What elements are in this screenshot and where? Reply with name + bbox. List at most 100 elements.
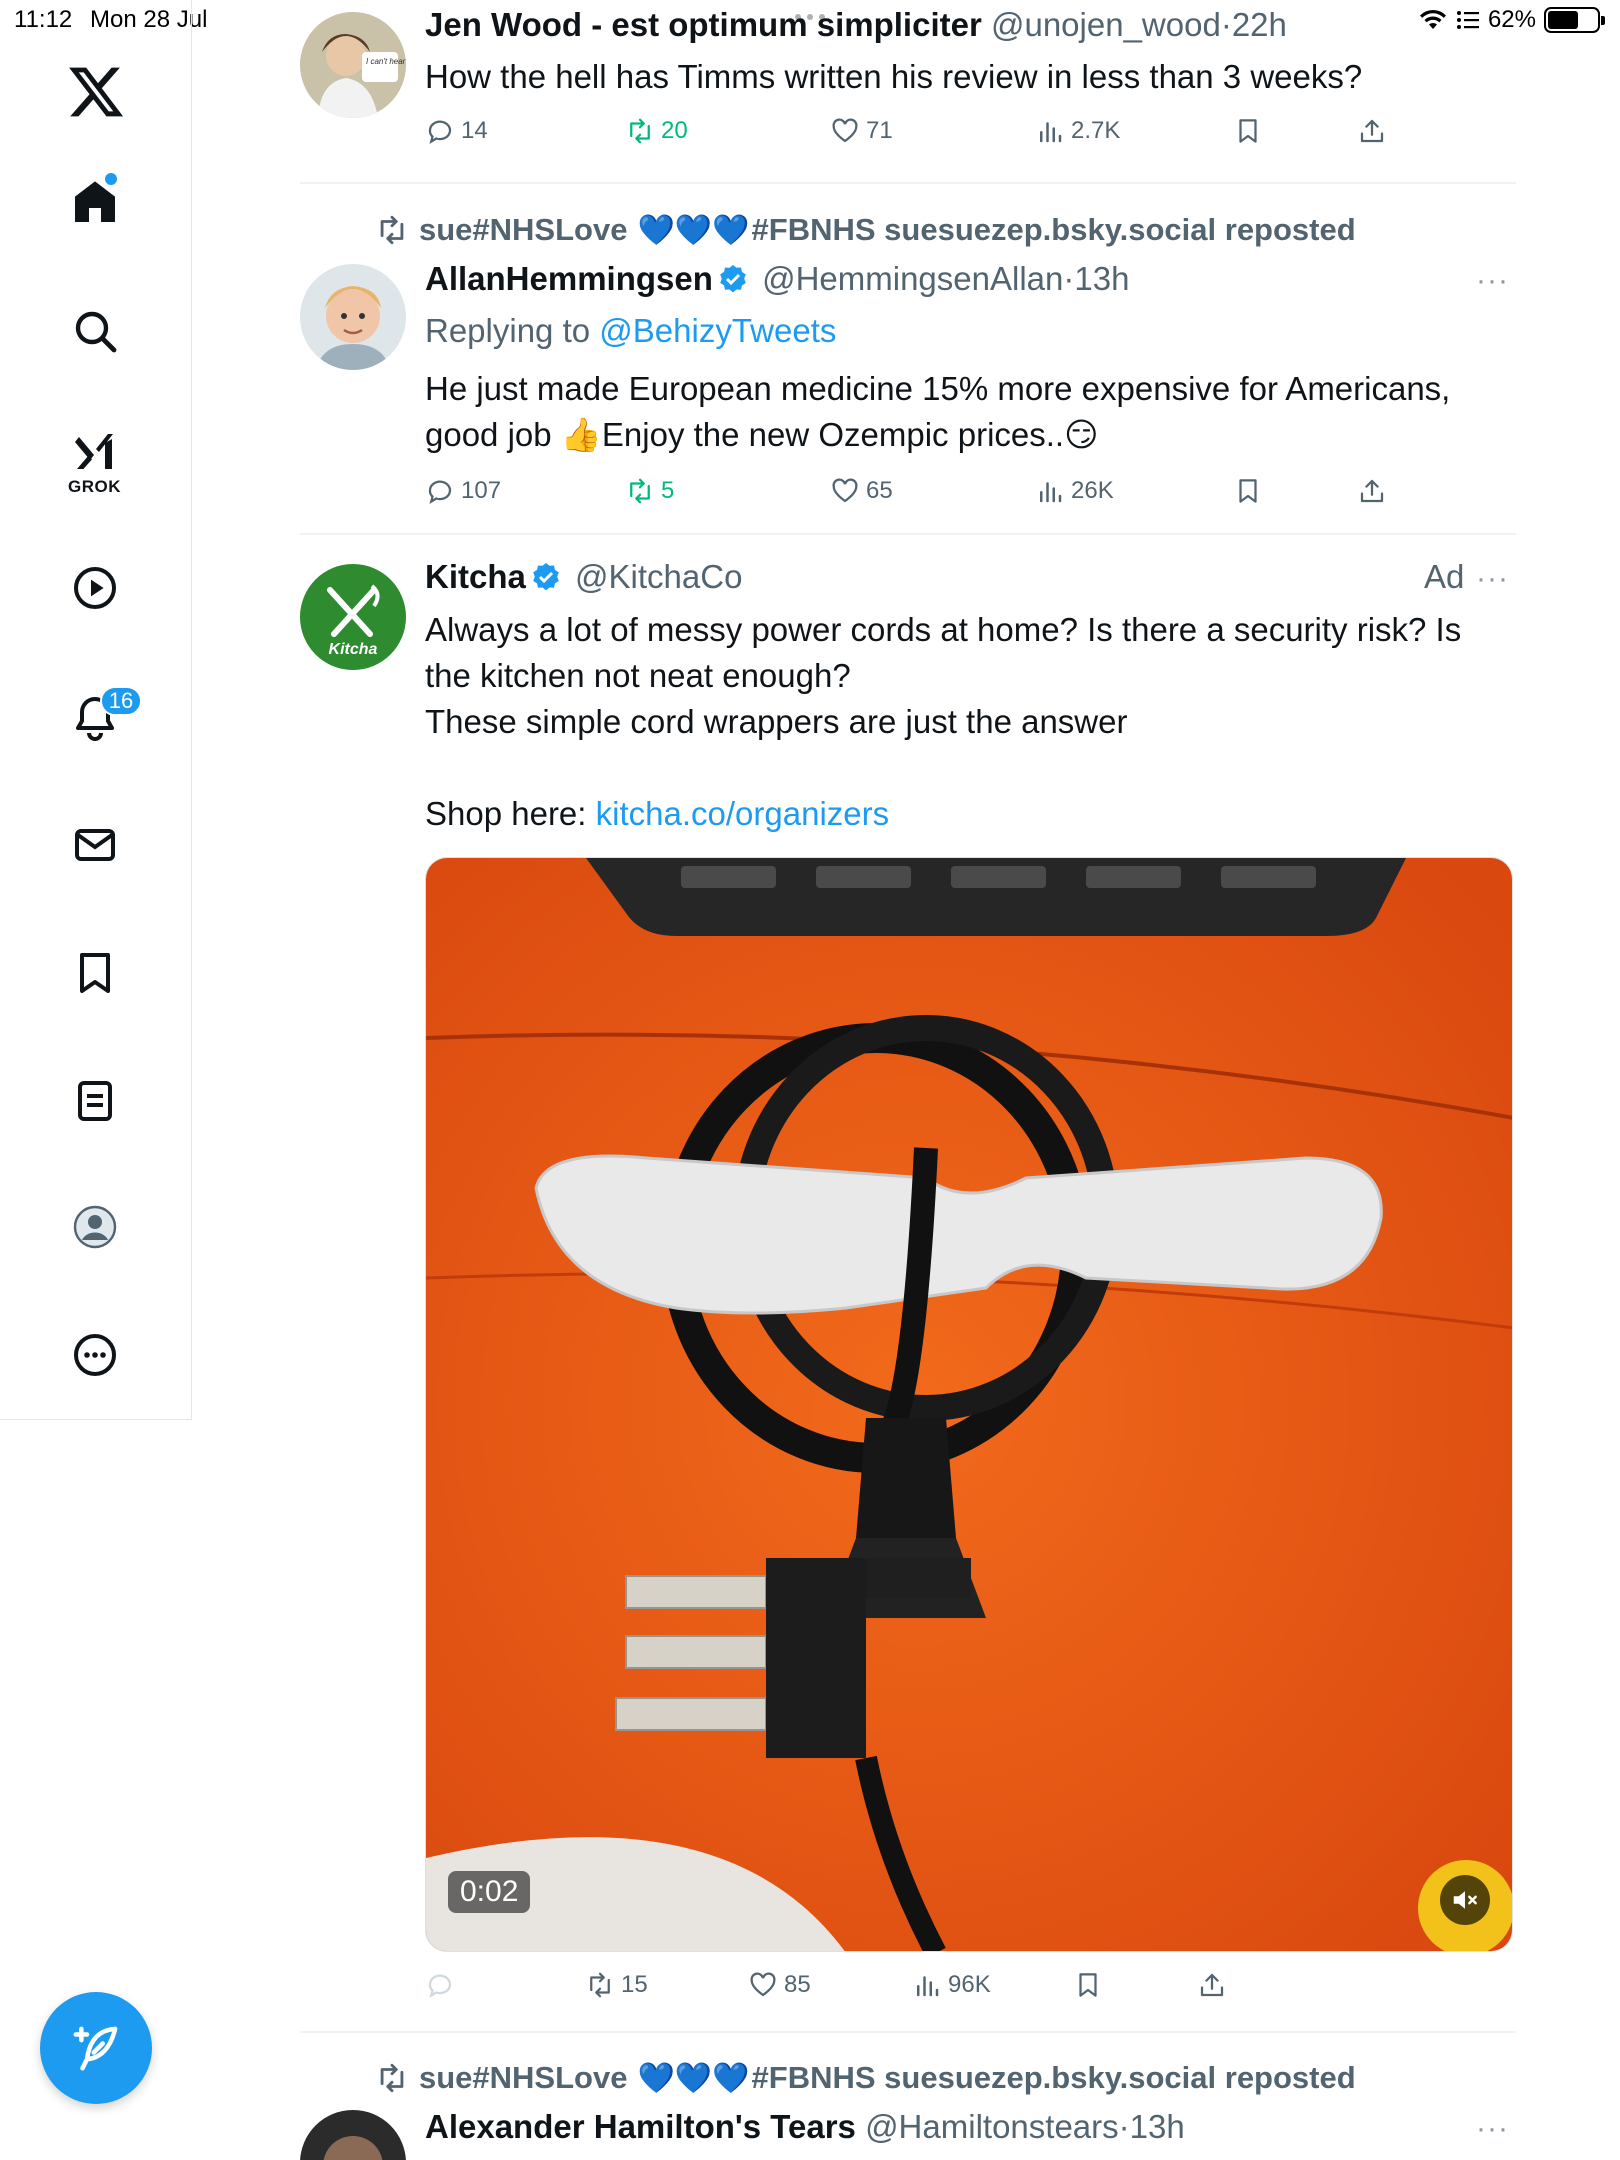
views-button[interactable]: 96K	[912, 1970, 991, 2000]
repost-context[interactable]: sue#NHSLove 💙💙💙 #FBNHS suesuezep.bsky.soci…	[375, 2060, 1356, 2096]
tweet-text-line: Always a lot of messy power cords at hom…	[425, 611, 1462, 648]
shop-label: Shop here:	[425, 795, 587, 832]
share-icon	[1200, 1973, 1224, 1997]
sidebar-item-lists[interactable]	[66, 1072, 124, 1130]
author-handle[interactable]: @Hamiltonstears	[865, 2108, 1119, 2145]
reply-button[interactable]: 14	[425, 116, 488, 146]
like-button[interactable]: 65	[830, 476, 893, 506]
reply-button[interactable]	[425, 1970, 455, 2000]
reply-icon	[428, 480, 452, 505]
views-button[interactable]: 26K	[1035, 476, 1114, 506]
video-duration: 0:02	[448, 1871, 531, 1913]
more-options-icon[interactable]: ···	[1476, 2112, 1509, 2146]
heart-icon	[750, 1972, 776, 1997]
share-button[interactable]	[1357, 116, 1387, 146]
author-name[interactable]: Kitcha	[425, 558, 526, 595]
search-icon	[75, 311, 117, 353]
bookmark-button[interactable]	[1233, 476, 1263, 506]
bookmark-button[interactable]	[1233, 116, 1263, 146]
like-count: 65	[866, 477, 893, 504]
author-name[interactable]: AllanHemmingsen	[425, 260, 713, 297]
status-right: 62%	[1418, 6, 1605, 34]
video-player[interactable]: 0:02	[425, 857, 1513, 1952]
sidebar-item-grok[interactable]	[66, 422, 124, 480]
author-name[interactable]: Jen Wood - est optimum simpliciter	[425, 6, 982, 43]
sidebar-item-messages[interactable]	[66, 816, 124, 874]
author-name[interactable]: Alexander Hamilton's Tears	[425, 2108, 856, 2145]
replying-to-handle[interactable]: @BehizyTweets	[599, 312, 836, 349]
like-button[interactable]: 71	[830, 116, 893, 146]
timestamp[interactable]: 22h	[1232, 6, 1287, 43]
tweet-divider	[300, 182, 1516, 184]
share-icon	[1360, 479, 1384, 503]
compose-button[interactable]	[40, 1992, 152, 2104]
more-options-icon[interactable]: ···	[1476, 562, 1509, 596]
avatar[interactable]	[300, 264, 406, 370]
view-count: 96K	[948, 1971, 991, 1998]
repost-context[interactable]: sue#NHSLove 💙💙💙 #FBNHS suesuezep.bsky.soci…	[375, 212, 1356, 248]
tweet-actions: 14 20 71 2.7K	[425, 116, 1515, 156]
mute-button[interactable]	[1440, 1875, 1490, 1925]
shop-link[interactable]: kitcha.co/organizers	[596, 795, 889, 832]
sidebar-item-explore[interactable]	[66, 302, 124, 360]
share-button[interactable]	[1357, 476, 1387, 506]
view-count: 26K	[1071, 477, 1114, 504]
repost-button[interactable]: 20	[625, 116, 688, 146]
tweet-text-part: good job	[425, 416, 561, 453]
avatar[interactable]: I can't hear applause!	[300, 12, 406, 118]
repost-count: 15	[621, 1971, 648, 1998]
views-chart-icon	[1040, 122, 1062, 143]
separator: ·	[1220, 6, 1232, 43]
avatar-image	[300, 2110, 406, 2160]
grok-label: GROK	[68, 477, 121, 496]
bookmark-icon	[80, 953, 110, 993]
author-handle[interactable]: @KitchaCo	[575, 558, 742, 595]
tweet-header: Alexander Hamilton's Tears @Hamiltonstea…	[425, 2108, 1185, 2146]
avatar-caption: Kitcha	[329, 641, 378, 658]
verified-badge-icon	[720, 265, 746, 293]
author-handle[interactable]: @HemmingsenAllan	[762, 260, 1063, 297]
repost-button[interactable]: 5	[625, 476, 674, 506]
repost-icon	[630, 118, 650, 144]
repost-by-suffix: #FBNHS suesuezep.bsky.social reposted	[751, 2060, 1356, 2095]
tweet-text: He just made European medicine 15% more …	[425, 366, 1515, 458]
share-button[interactable]	[1197, 1970, 1227, 2000]
more-circle-icon	[74, 1334, 116, 1376]
compose-feather-icon	[73, 2026, 118, 2071]
sidebar-item-profile[interactable]	[66, 1198, 124, 1256]
avatar[interactable]	[300, 2110, 406, 2160]
blue-heart-icon: 💙💙💙	[637, 2061, 750, 2095]
timestamp[interactable]: 13h	[1130, 2108, 1185, 2145]
sidebar-item-more[interactable]	[66, 1326, 124, 1384]
sidebar-item-videos[interactable]	[66, 559, 124, 617]
x-logo-icon[interactable]	[66, 62, 126, 122]
more-options-icon[interactable]: ···	[1476, 264, 1509, 298]
timestamp[interactable]: 13h	[1074, 260, 1129, 297]
home-icon	[75, 181, 115, 222]
reply-button[interactable]: 107	[425, 476, 501, 506]
author-handle[interactable]: @unojen_wood	[991, 6, 1221, 43]
tweet-text: Always a lot of messy power cords at hom…	[425, 607, 1515, 745]
tweet-text-line: He just made European medicine 15% more …	[425, 370, 1451, 407]
like-button[interactable]: 85	[748, 1970, 811, 2000]
views-button[interactable]: 2.7K	[1035, 116, 1120, 146]
views-chart-icon	[917, 1976, 939, 1997]
share-icon	[1360, 119, 1384, 143]
bookmark-icon	[1239, 479, 1257, 503]
wifi-icon	[1419, 9, 1446, 29]
heart-icon	[832, 118, 858, 143]
battery-icon	[1544, 7, 1605, 33]
avatar[interactable]: Kitcha	[300, 564, 406, 670]
home-notification-dot	[105, 173, 117, 185]
sidebar-item-bookmarks[interactable]	[66, 944, 124, 1002]
bookmark-button[interactable]	[1073, 1970, 1103, 2000]
tweet-text: How the hell has Timms written his revie…	[425, 58, 1363, 95]
repost-button[interactable]: 15	[585, 1970, 648, 2000]
reply-icon	[428, 1974, 452, 1999]
avatar-image	[300, 264, 406, 370]
repost-by-prefix: sue#NHSLove	[419, 212, 628, 247]
avatar-image: I can't hear applause!	[300, 12, 406, 118]
shop-line: Shop here: kitcha.co/organizers	[425, 791, 1515, 837]
tweet-text-line: These simple cord wrappers are just the …	[425, 703, 1128, 740]
like-count: 85	[784, 1971, 811, 1998]
